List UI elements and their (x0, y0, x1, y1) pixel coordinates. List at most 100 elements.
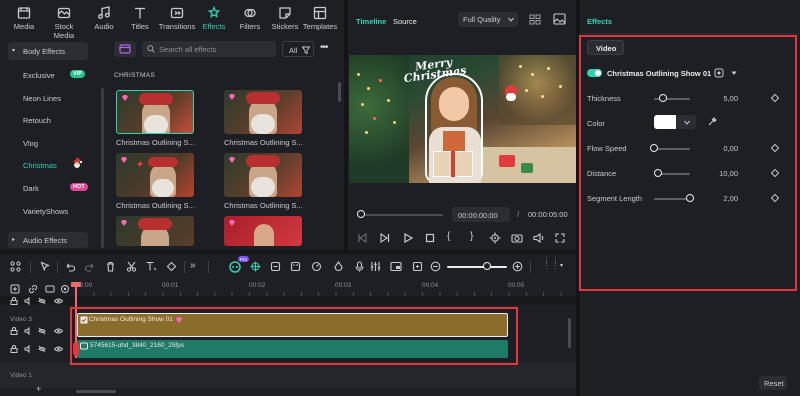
sidebar-item-christmas[interactable]: Christmas (23, 161, 57, 170)
redo-icon[interactable] (85, 261, 96, 272)
sidebar-item-neon-lines[interactable]: Neon Lines (23, 94, 61, 103)
magnet-icon[interactable] (45, 284, 55, 294)
delete-icon[interactable] (105, 261, 116, 272)
search-icon (147, 45, 155, 53)
effect-thumbnail[interactable] (116, 216, 194, 246)
step-back-icon[interactable] (357, 233, 367, 243)
camera-icon[interactable] (511, 233, 523, 243)
fullscreen-icon[interactable] (555, 233, 565, 243)
playback-progress-handle[interactable] (357, 210, 365, 218)
playback-progress-track[interactable] (361, 214, 443, 216)
audio-mixer-icon[interactable] (370, 261, 381, 272)
current-time-box[interactable]: 00:00:00:00 (452, 207, 510, 222)
sidebar-scrollbar[interactable] (101, 88, 104, 248)
timeline-menu-icon[interactable]: ▾ (560, 262, 563, 269)
sidebar-item-exclusive[interactable]: Exclusive (23, 71, 55, 80)
motion-tracking-icon[interactable] (250, 261, 261, 272)
microphone-icon[interactable] (354, 261, 365, 272)
effect-thumbnail-selected[interactable] (116, 90, 194, 134)
filters-icon (244, 8, 256, 18)
search-input[interactable]: Search all effects (142, 41, 276, 57)
volume-icon[interactable] (533, 233, 545, 243)
pip-icon[interactable] (390, 261, 402, 272)
step-forward-icon[interactable] (380, 233, 390, 243)
zoom-slider[interactable] (447, 266, 507, 268)
hide-icon[interactable] (38, 297, 46, 305)
expand-tools-icon[interactable]: » (190, 260, 196, 271)
timeline-horizontal-scrollbar[interactable] (76, 390, 116, 393)
tab-media[interactable]: Media (4, 6, 44, 31)
split-icon[interactable] (126, 261, 137, 272)
library-scrollbar[interactable] (338, 82, 341, 102)
sidebar-item-retouch[interactable]: Retouch (23, 116, 51, 125)
effect-thumbnail[interactable]: ✦ (116, 153, 194, 197)
sidebar-item-varietyshows[interactable]: VarietyShows (23, 207, 68, 216)
reset-button[interactable]: Reset (759, 376, 787, 390)
track-row-top-partial (0, 296, 576, 305)
audio-mute-icon[interactable] (24, 327, 32, 335)
drag-handle-icon[interactable]: ⋮⋮ ⋮⋮ (542, 256, 560, 270)
replace-icon[interactable] (412, 261, 423, 272)
sidebar-item-dark[interactable]: Dark (23, 184, 39, 193)
folder-icon (119, 44, 131, 54)
grid-view-icon[interactable] (529, 14, 541, 25)
effect-thumbnail[interactable] (224, 216, 302, 246)
audio-mute-icon[interactable] (24, 297, 32, 305)
add-track-icon[interactable] (10, 284, 20, 294)
eye-icon[interactable] (54, 345, 63, 353)
effect-thumbnail[interactable] (224, 153, 302, 197)
render-settings-icon[interactable] (489, 232, 501, 244)
select-tool-icon[interactable] (40, 261, 51, 272)
favorites-button[interactable] (114, 41, 136, 57)
lock-icon[interactable] (10, 345, 18, 353)
speed-icon[interactable] (311, 261, 322, 272)
tab-audio[interactable]: Audio (84, 6, 124, 31)
gem-icon (121, 220, 127, 226)
tab-stickers[interactable]: Stickers (265, 6, 305, 31)
lock-icon[interactable] (10, 297, 18, 305)
eye-icon[interactable] (54, 327, 63, 335)
timeline-vertical-scrollbar[interactable] (568, 318, 571, 348)
tab-timeline[interactable]: Timeline (356, 17, 386, 26)
stop-icon[interactable] (425, 233, 435, 243)
video-preview[interactable]: Merry Christmas (349, 55, 576, 183)
tab-templates[interactable]: Templates (300, 6, 340, 31)
add-track-plus-icon[interactable]: + (36, 384, 41, 394)
more-options-icon[interactable]: ••• (320, 42, 328, 53)
tab-effects[interactable]: Effects (194, 6, 234, 31)
lock-icon[interactable] (10, 327, 18, 335)
snapshot-icon[interactable] (553, 13, 566, 25)
ruler-label: 00:02 (249, 282, 266, 289)
filter-dropdown[interactable]: All (282, 41, 314, 57)
keyframe-icon[interactable] (270, 261, 281, 272)
ruler-label: 00:04 (422, 282, 439, 289)
tab-transitions[interactable]: Transitions (157, 6, 197, 31)
tab-label: Media (13, 22, 35, 31)
tab-source[interactable]: Source (393, 17, 417, 26)
zoom-out-icon[interactable] (430, 261, 441, 272)
audio-mute-icon[interactable] (24, 345, 32, 353)
text-tool-icon[interactable] (145, 261, 157, 272)
play-icon[interactable] (403, 233, 413, 243)
hide-icon[interactable] (38, 327, 46, 335)
eye-icon[interactable] (54, 297, 63, 305)
zoom-slider-handle[interactable] (483, 262, 491, 270)
ripple-icon[interactable] (60, 284, 70, 294)
sidebar-item-vlog[interactable]: Vlog (23, 139, 38, 148)
tab-filters[interactable]: Filters (230, 6, 270, 31)
undo-icon[interactable] (64, 261, 75, 272)
zoom-in-icon[interactable] (512, 261, 523, 272)
mark-out-icon[interactable]: } (470, 231, 473, 242)
layout-grid-icon[interactable] (10, 261, 21, 272)
properties-title: Effects (587, 17, 613, 26)
crop-icon[interactable] (166, 261, 177, 272)
stickers-tool-icon[interactable] (290, 261, 301, 272)
tab-stock-media[interactable]: Stock Media (44, 6, 84, 40)
effect-thumbnail[interactable] (224, 90, 302, 134)
mark-in-icon[interactable]: { (447, 231, 450, 242)
link-icon[interactable] (28, 284, 38, 294)
color-match-icon[interactable] (333, 261, 344, 272)
hide-icon[interactable] (38, 345, 46, 353)
quality-dropdown[interactable]: Full Quality (458, 12, 518, 27)
tab-titles[interactable]: Titles (120, 6, 160, 31)
